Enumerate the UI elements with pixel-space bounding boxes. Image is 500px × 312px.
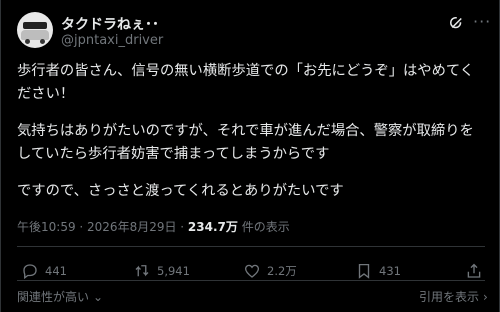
views-count: 234.7万 (187, 220, 238, 234)
bookmark-icon (358, 263, 370, 279)
avatar[interactable] (17, 12, 53, 48)
repost-button[interactable]: 5,941 (133, 262, 190, 280)
view-quotes-link[interactable]: 引用を表示 › (419, 288, 488, 305)
share-icon (467, 263, 481, 278)
avatar-taxi-sign (23, 22, 47, 29)
post-meta: 午後10:59 · 2026年8月29日 · 234.7万 件の表示 (17, 218, 290, 235)
sort-dropdown[interactable]: 関連性が高い ⌄ (17, 288, 103, 305)
author-display-name[interactable]: タクドラねぇ･･ (61, 14, 159, 34)
author-handle[interactable]: @jpntaxi_driver (61, 33, 163, 48)
sort-label: 関連性が高い (17, 290, 90, 304)
reply-icon (23, 264, 37, 280)
grok-icon[interactable] (447, 14, 465, 32)
post-timestamp[interactable]: 午後10:59 · 2026年8月29日 · (17, 220, 188, 234)
more-icon[interactable]: ··· (473, 12, 491, 31)
avatar-wheel-right (40, 39, 45, 44)
like-count: 2.2万 (267, 264, 297, 278)
divider-bottom (17, 280, 485, 281)
post-card: タクドラねぇ･･ @jpntaxi_driver ··· 歩行者の皆さん、信号の… (0, 0, 500, 312)
share-button[interactable] (465, 262, 489, 280)
action-bar: 441 5,941 2.2万 431 (17, 262, 485, 280)
post-line: ですので、さっさと渡ってくれるとありがたいです (17, 183, 344, 199)
bookmark-count: 431 (379, 264, 401, 278)
repost-icon (135, 265, 149, 277)
like-button[interactable]: 2.2万 (243, 262, 297, 280)
post-line: 気持ちはありがたいのですが、それで車が進んだ場合、警察が取締りをしていたら歩行者… (17, 123, 474, 162)
chevron-right-icon: › (483, 290, 488, 304)
reply-count: 441 (45, 264, 67, 278)
repost-count: 5,941 (157, 264, 190, 278)
chevron-down-icon: ⌄ (93, 290, 104, 304)
like-icon (244, 264, 260, 278)
quotes-label: 引用を表示 (419, 290, 480, 304)
bookmark-button[interactable]: 431 (355, 262, 401, 280)
avatar-wheel-left (25, 39, 30, 44)
post-line: 歩行者の皆さん、信号の無い横断歩道での「お先にどうぞ」はやめてください！ (17, 63, 475, 102)
post-body: 歩行者の皆さん、信号の無い横断歩道での「お先にどうぞ」はやめてください！ 気持ち… (17, 60, 487, 217)
reply-button[interactable]: 441 (21, 262, 67, 280)
divider-top (17, 246, 485, 247)
views-label: 件の表示 (237, 220, 290, 234)
